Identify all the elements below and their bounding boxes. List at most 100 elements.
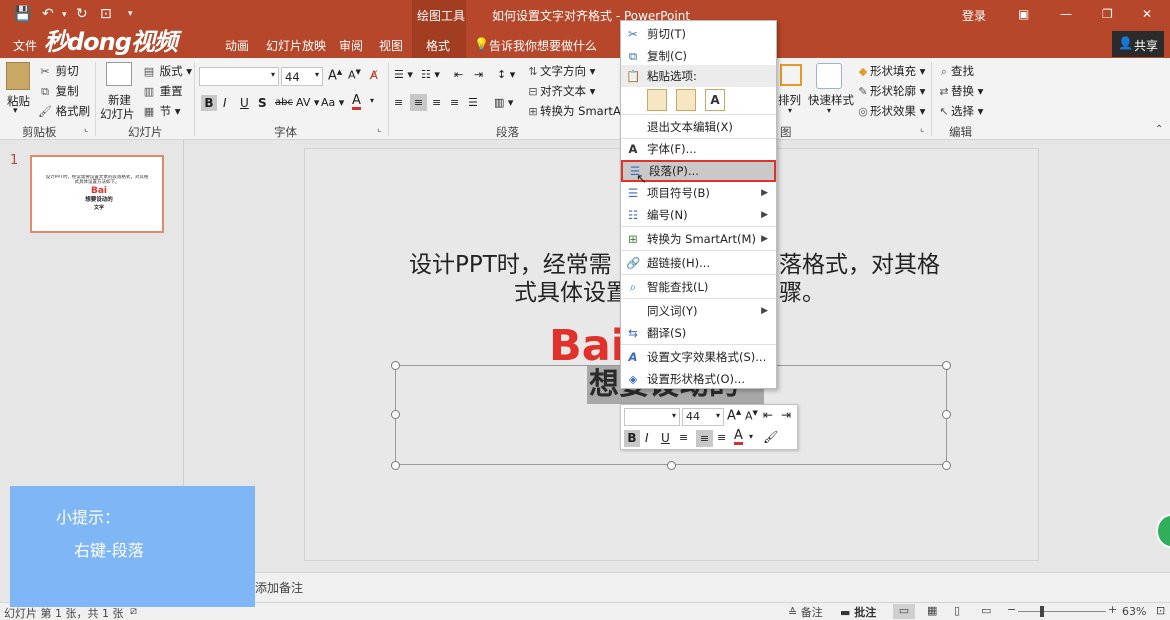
select-button[interactable]: ↖ 选择 ▾: [937, 103, 983, 119]
mini-underline-icon[interactable]: U: [661, 431, 670, 445]
justify-icon[interactable]: ≡: [450, 96, 459, 109]
menu-item-cut[interactable]: ✂ 剪切(T): [621, 23, 776, 45]
undo-icon[interactable]: ↶: [42, 6, 54, 22]
notes-toggle[interactable]: ≙ 备注: [788, 604, 823, 620]
close-icon[interactable]: ✕: [1142, 7, 1152, 21]
cut-button[interactable]: ✂ 剪切: [38, 63, 78, 79]
paste-text-only-icon[interactable]: A: [705, 89, 725, 111]
mini-align-left-icon[interactable]: ≡: [679, 431, 688, 444]
zoom-slider-thumb[interactable]: [1040, 606, 1044, 617]
notes-pane[interactable]: 添加备注: [184, 572, 1170, 602]
layout-button[interactable]: ▤ 版式 ▾: [142, 63, 192, 79]
clear-formatting-icon[interactable]: A̸: [370, 68, 378, 82]
mini-grow-font-icon[interactable]: A▲: [727, 408, 741, 423]
copy-button[interactable]: ⧉ 复制: [38, 83, 79, 99]
reset-button[interactable]: ▥ 重置: [142, 83, 183, 99]
underline-icon[interactable]: U: [240, 96, 249, 110]
login-link[interactable]: 登录: [962, 7, 986, 24]
mini-font-color-dropdown-icon[interactable]: ▾: [749, 432, 753, 441]
mini-shrink-font-icon[interactable]: A▼: [745, 409, 758, 423]
align-text-button[interactable]: ⊟ 对齐文本 ▾: [526, 83, 595, 99]
resize-handle[interactable]: [391, 461, 400, 470]
tab-slideshow[interactable]: 幻灯片放映: [266, 37, 326, 54]
quick-styles-dropdown-icon[interactable]: ▾: [827, 106, 831, 115]
redo-icon[interactable]: ↻: [76, 6, 88, 22]
mini-align-center-icon[interactable]: ≡: [696, 430, 713, 447]
bold-icon[interactable]: B: [201, 95, 217, 111]
line-spacing-icon[interactable]: ↕ ▾: [497, 68, 515, 81]
clipboard-launcher-icon[interactable]: ⌞: [84, 124, 88, 134]
arrange-dropdown-icon[interactable]: ▾: [788, 106, 792, 115]
baidu-logo[interactable]: Bai: [549, 324, 626, 368]
shadow-icon[interactable]: S: [258, 96, 267, 110]
mini-bold-icon[interactable]: B: [624, 430, 640, 447]
mini-font-name-field[interactable]: ▾: [624, 408, 680, 426]
shape-fill-button[interactable]: ◆ 形状填充 ▾: [856, 63, 926, 79]
find-button[interactable]: ⌕ 查找: [937, 63, 974, 79]
notes-placeholder[interactable]: 添加备注: [255, 579, 303, 596]
align-left-icon[interactable]: ≡: [394, 96, 403, 109]
char-spacing-icon[interactable]: AV ▾: [296, 96, 319, 109]
share-button[interactable]: 👤 共享: [1112, 31, 1164, 57]
drawing-launcher-icon[interactable]: ⌞: [920, 124, 924, 134]
mini-italic-icon[interactable]: I: [645, 431, 649, 445]
undo-dropdown-icon[interactable]: ▾: [62, 10, 67, 20]
replace-button[interactable]: ⇄ 替换 ▾: [937, 83, 983, 99]
mini-font-size-field[interactable]: 44 ▾: [682, 408, 724, 426]
menu-item-copy[interactable]: ⧉ 复制(C): [621, 45, 776, 67]
new-slide-label-2[interactable]: 幻灯片: [100, 106, 135, 122]
numbering-icon[interactable]: ☷ ▾: [421, 68, 440, 81]
menu-item-convert-smartart[interactable]: ⊞ 转换为 SmartArt(M) ▶: [621, 228, 776, 250]
mini-format-painter-icon[interactable]: 🖌: [763, 430, 778, 444]
slideshow-view-icon[interactable]: ▭: [981, 604, 991, 617]
tab-animation[interactable]: 动画: [225, 37, 249, 54]
normal-view-icon[interactable]: ▭: [893, 604, 915, 619]
paste-dropdown-icon[interactable]: ▾: [13, 106, 18, 116]
text-direction-button[interactable]: ⇅ 文字方向 ▾: [526, 63, 595, 79]
menu-item-numbering[interactable]: ☷ 编号(N) ▶: [621, 204, 776, 226]
mini-font-size-dropdown-icon[interactable]: ▾: [716, 411, 720, 420]
align-right-icon[interactable]: ≡: [432, 96, 441, 109]
format-painter-button[interactable]: 🖌 格式刷: [38, 103, 90, 119]
mini-font-color-icon[interactable]: A: [734, 429, 743, 445]
quick-styles-icon[interactable]: [816, 63, 842, 89]
slide-thumbnail[interactable]: 设计PPT时，经常需要设置文本的段落格式，对其格 式具体设置方法如下。 Bai …: [30, 155, 164, 233]
grow-font-icon[interactable]: A▲: [328, 68, 342, 83]
tell-me-search[interactable]: 告诉我你想要做什么: [489, 37, 597, 54]
zoom-level[interactable]: 63%: [1122, 605, 1146, 618]
zoom-slider[interactable]: [1018, 611, 1106, 612]
section-button[interactable]: ▦ 节 ▾: [142, 103, 181, 119]
align-center-icon[interactable]: ≡: [410, 94, 427, 111]
zoom-out-icon[interactable]: −: [1007, 603, 1016, 616]
resize-handle[interactable]: [942, 461, 951, 470]
shape-outline-button[interactable]: ✎ 形状轮廓 ▾: [856, 83, 925, 99]
menu-item-exit-text-edit[interactable]: 退出文本编辑(X): [621, 116, 776, 138]
menu-item-smart-lookup[interactable]: ⌕ 智能查找(L): [621, 276, 776, 298]
resize-handle[interactable]: [942, 361, 951, 370]
tab-format[interactable]: 格式: [412, 30, 466, 58]
resize-handle[interactable]: [391, 361, 400, 370]
fit-to-window-icon[interactable]: ⊡: [1156, 604, 1165, 617]
collapse-ribbon-icon[interactable]: ⌃: [1155, 124, 1163, 135]
paste-keep-source-icon[interactable]: [647, 89, 667, 111]
mini-align-right-icon[interactable]: ≡: [717, 431, 726, 444]
bullets-icon[interactable]: ☰ ▾: [394, 68, 413, 81]
menu-item-translate[interactable]: ⇆ 翻译(S): [621, 322, 776, 344]
paste-button[interactable]: 粘贴: [7, 93, 30, 109]
tab-file[interactable]: 文件: [13, 37, 37, 54]
font-name-dropdown-icon[interactable]: ▾: [271, 70, 275, 79]
resize-handle[interactable]: [667, 461, 676, 470]
menu-item-hyperlink[interactable]: 🔗 超链接(H)...: [621, 252, 776, 274]
paste-icon[interactable]: [6, 62, 30, 90]
menu-item-font[interactable]: A 字体(F)...: [621, 138, 776, 160]
menu-item-text-effects[interactable]: A 设置文字效果格式(S)...: [621, 346, 776, 368]
font-launcher-icon[interactable]: ⌞: [377, 124, 381, 134]
font-color-dropdown-icon[interactable]: ▾: [370, 96, 374, 105]
distributed-icon[interactable]: ☰: [468, 96, 478, 109]
ribbon-display-icon[interactable]: ▣: [1018, 7, 1029, 21]
save-icon[interactable]: 💾: [14, 6, 31, 22]
shape-effects-button[interactable]: ◎ 形状效果 ▾: [856, 103, 925, 119]
arrange-icon[interactable]: [780, 64, 802, 86]
restore-icon[interactable]: ❐: [1102, 7, 1113, 21]
tab-review[interactable]: 审阅: [339, 37, 363, 54]
